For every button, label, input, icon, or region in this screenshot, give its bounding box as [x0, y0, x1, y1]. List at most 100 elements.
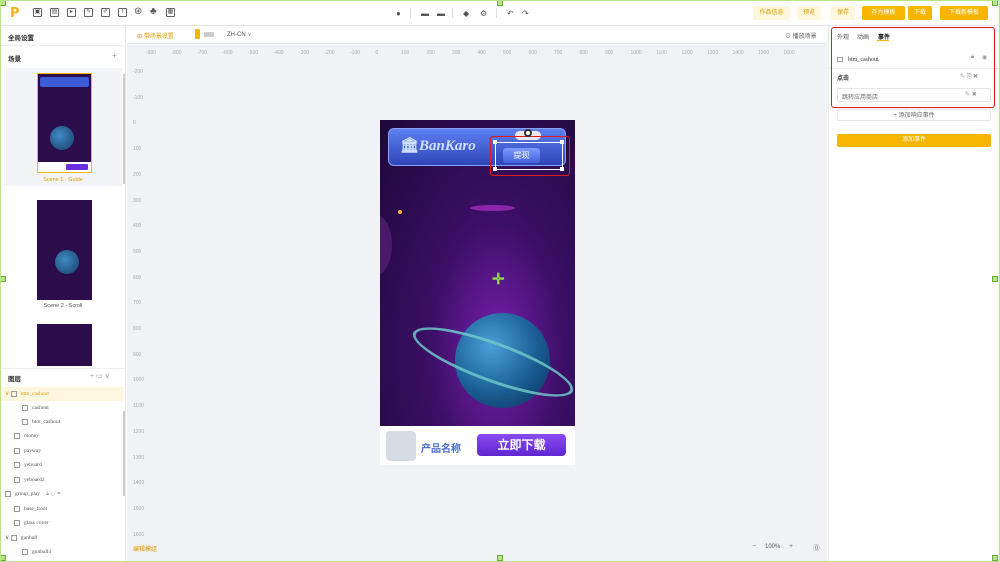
ruler-x-tick: -200	[324, 50, 335, 56]
undo-icon[interactable]: ↶	[507, 9, 514, 18]
layer-row[interactable]: payway	[0, 444, 124, 458]
layer-row[interactable]: ∨ gunball	[0, 531, 124, 545]
zoom-level: 100%	[765, 544, 781, 550]
ruler-x-tick: 800	[579, 50, 588, 56]
thumb-planet	[50, 126, 74, 150]
global-settings-link[interactable]: 全局设置	[8, 32, 34, 42]
layer-row[interactable]: glass cover	[0, 516, 124, 530]
add-layer-icon[interactable]: + ▭ ∨	[90, 372, 110, 380]
ruler-x-tick: 400	[477, 50, 486, 56]
download-group-button[interactable]: 下载新模板	[940, 6, 988, 20]
frame-handle	[992, 0, 998, 6]
scene-settings-tab[interactable]: ⊞ 带场景设置	[137, 31, 174, 40]
align-center-icon[interactable]: ▬	[437, 9, 445, 18]
selection-handle[interactable]	[560, 167, 564, 171]
zoom-out-button[interactable]: −	[752, 543, 756, 550]
layer-row[interactable]: cashout	[0, 401, 124, 415]
download-cta-button[interactable]: 立即下载	[477, 434, 566, 456]
selection-box[interactable]	[495, 142, 563, 170]
scene-thumbnail-1[interactable]	[37, 73, 92, 173]
align-left-icon[interactable]: ▬	[421, 9, 429, 18]
thumb-cta	[66, 164, 88, 170]
scene-thumbnail-3[interactable]	[37, 324, 92, 366]
frame-handle	[992, 555, 998, 561]
image-icon[interactable]: ▤	[50, 8, 59, 17]
canvas-toolbar: ⊞ 带场景设置 ZH-CN ∨ ⊙ 播放场景	[127, 26, 827, 44]
save-button[interactable]: 保存	[831, 6, 855, 20]
image-icon	[22, 418, 28, 425]
divider	[452, 8, 453, 18]
ruler-x-tick: 900	[605, 50, 614, 56]
ruler-x-tick: -100	[350, 50, 361, 56]
layer-row[interactable]: yeboard2	[0, 473, 124, 487]
layer-row[interactable]: btm_cashout	[0, 415, 124, 429]
device-landscape-icon[interactable]	[204, 32, 214, 37]
layer-name: btm_cashout	[20, 391, 49, 397]
grid-icon[interactable]: ▦	[166, 8, 175, 17]
layer-row[interactable]: gunball4	[0, 545, 124, 559]
layer-row[interactable]: money	[0, 429, 124, 443]
image-icon[interactable]: ▣	[33, 8, 42, 17]
redo-icon[interactable]: ↷	[522, 9, 529, 18]
scene-thumbnail-2[interactable]	[37, 200, 92, 300]
ruler-y-tick: 1500	[133, 505, 145, 512]
layer-icon[interactable]: ◆	[463, 9, 469, 18]
language-select[interactable]: ZH-CN ∨	[227, 31, 252, 38]
lock-eye-icons[interactable]: 🔒︎ ◡ ✦	[46, 491, 61, 497]
edit-icon[interactable]: ✐	[101, 8, 110, 17]
device-icon[interactable]	[195, 29, 200, 39]
bank-logo-text: 🏛︎BanKaro	[400, 138, 476, 154]
preview-button[interactable]: 预览	[797, 6, 821, 20]
scenes-title: 场景	[8, 56, 21, 63]
scenes-scrollbar[interactable]	[123, 74, 125, 184]
scene-settings-label: 带场景设置	[143, 34, 174, 40]
download-button[interactable]: 下载	[908, 6, 932, 20]
ruler-x-tick: 1300	[707, 50, 719, 56]
add-response-button[interactable]: + 添加响应事件	[837, 109, 991, 121]
text-icon[interactable]: T	[118, 8, 127, 17]
divider	[496, 8, 497, 18]
puzzle-icon[interactable]: ♣	[150, 6, 157, 17]
play-scene-label: 播放场景	[792, 34, 817, 40]
ruler-y-tick: -100	[133, 94, 144, 101]
selection-handle[interactable]	[493, 140, 497, 144]
text-icon	[22, 404, 28, 411]
layers-scrollbar[interactable]	[123, 411, 125, 496]
ruler-x-tick: 1100	[656, 50, 667, 56]
ruler-x-tick: 500	[503, 50, 512, 56]
selection-handle[interactable]	[560, 140, 564, 144]
folder-icon	[10, 390, 17, 397]
ruler-x-tick: -300	[299, 50, 310, 56]
add-event-button[interactable]: 添加事件	[837, 134, 991, 147]
ruler-y-tick: 100	[133, 146, 142, 153]
layer-row[interactable]: ∨ btm_cashout	[0, 387, 124, 401]
rotate-handle[interactable]	[524, 129, 532, 137]
project-info-button[interactable]: 作品信息	[753, 6, 790, 20]
layer-row[interactable]: group_play 🔒︎ ◡ ✦	[0, 487, 124, 501]
video-icon[interactable]: ▸	[67, 8, 76, 17]
ruler-x-tick: 1200	[681, 50, 693, 56]
ruler-x-tick: 1400	[732, 50, 744, 56]
layer-row[interactable]: yeboard	[0, 458, 124, 472]
play-scene-button[interactable]: ⊙ 播放场景	[785, 31, 817, 40]
frame-handle	[497, 0, 503, 6]
zoom-in-button[interactable]: +	[789, 543, 793, 550]
edit-icon[interactable]: ✎	[84, 8, 93, 17]
ruler-y-tick: 500	[133, 248, 142, 255]
layer-name: gunball	[20, 535, 38, 541]
edit-module-link[interactable]: 编辑模组	[133, 544, 157, 553]
gear-icon[interactable]: ⚙	[480, 9, 487, 18]
layer-row[interactable]: base_front	[0, 502, 124, 516]
ruler-y-tick: 700	[133, 300, 142, 307]
shape-icon[interactable]: ●	[396, 9, 401, 18]
save-template-button[interactable]: 存为模板	[862, 6, 905, 20]
help-icon[interactable]: ⓪	[813, 543, 820, 553]
selection-handle[interactable]	[493, 167, 497, 171]
app-icon	[386, 431, 416, 461]
thumb-header	[40, 77, 89, 87]
add-scene-button[interactable]: +	[112, 51, 117, 60]
palette-icon[interactable]: ⊛	[134, 6, 142, 17]
layer-name: payway	[24, 448, 42, 454]
image-icon	[14, 447, 20, 454]
ruler-y-tick: 800	[133, 326, 142, 332]
